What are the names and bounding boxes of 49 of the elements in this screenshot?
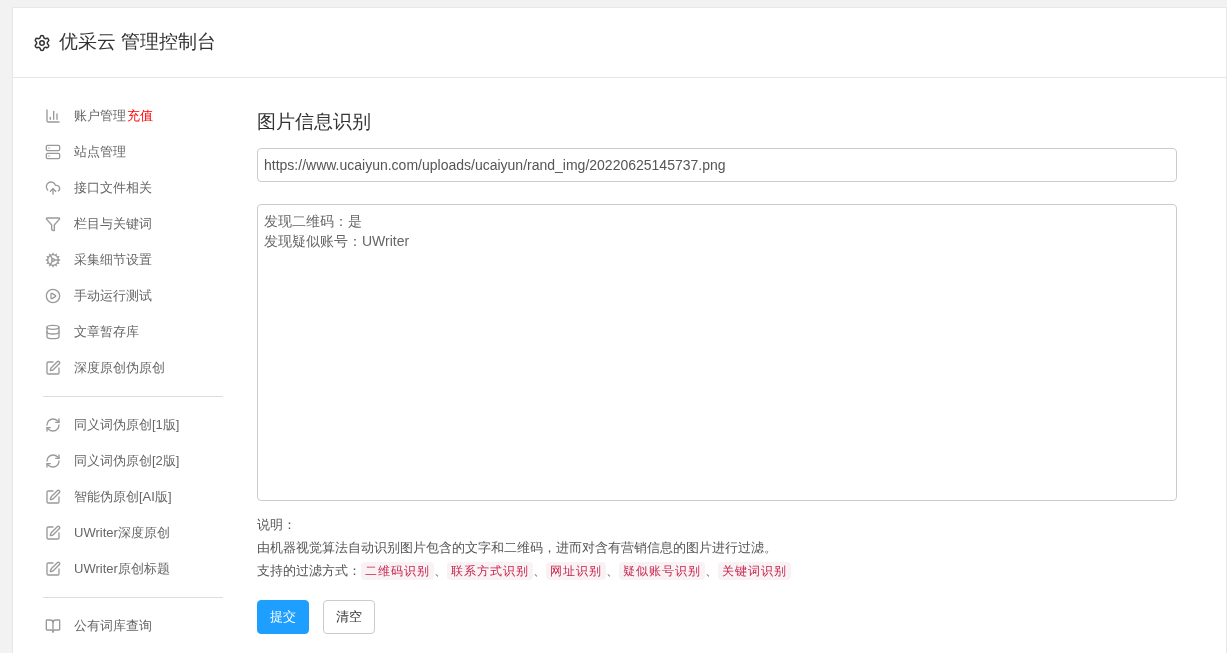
result-box[interactable]: 发现二维码：是 发现疑似账号：UWriter (257, 204, 1177, 501)
edit-icon (45, 489, 61, 505)
sidebar-item[interactable]: 账户管理 (74, 106, 126, 126)
clear-button[interactable]: 清空 (323, 600, 375, 634)
sidebar-item[interactable]: 同义词伪原创[2版] (74, 451, 180, 471)
separator: 、 (705, 562, 718, 580)
filter-icon (45, 216, 61, 232)
sidebar-item[interactable]: 栏目与关键词 (74, 214, 152, 234)
result-line: 发现疑似账号：UWriter (264, 232, 411, 251)
console-title: 优采云 管理控制台 (59, 30, 217, 55)
method-tag: 联系方式识别 (447, 561, 533, 580)
edit-icon (45, 360, 61, 376)
sidebar-item[interactable]: 文章暂存库 (74, 322, 139, 342)
sidebar-item[interactable]: 公有词库查询 (74, 616, 152, 636)
sidebar-item[interactable]: 采集细节设置 (74, 250, 152, 270)
sidebar-item[interactable]: 智能伪原创[AI版] (74, 487, 172, 507)
method-tag: 关键词识别 (718, 561, 791, 580)
method-tag: 疑似账号识别 (619, 561, 705, 580)
note-label: 说明： (257, 516, 296, 534)
sidebar-item[interactable]: 接口文件相关 (74, 178, 152, 198)
refresh-icon (45, 417, 61, 433)
url-field[interactable]: https://www.ucaiyun.com/uploads/ucaiyun/rand_img/20220625145737.png (257, 148, 1177, 182)
recharge-link[interactable]: 充值 (127, 106, 153, 126)
server-icon (45, 144, 61, 160)
edit-icon (45, 525, 61, 541)
cloud-upload-icon (45, 180, 61, 196)
refresh-icon (45, 453, 61, 469)
edit-icon (45, 561, 61, 577)
sidebar-item[interactable]: UWriter深度原创 (74, 523, 170, 543)
database-icon (45, 324, 61, 340)
separator: 、 (606, 562, 619, 580)
note-text: 由机器视觉算法自动识别图片包含的文字和二维码，进而对含有营销信息的图片进行过滤。 (257, 539, 777, 557)
page-heading: 图片信息识别 (257, 110, 372, 134)
sidebar-item[interactable]: 深度原创伪原创 (74, 358, 165, 378)
sidebar-item[interactable]: 站点管理 (74, 142, 126, 162)
sidebar-item[interactable]: UWriter原创标题 (74, 559, 170, 579)
separator: 、 (533, 562, 546, 580)
separator: 、 (434, 562, 447, 580)
result-line: 发现二维码：是 (264, 212, 363, 231)
sidebar-item[interactable]: 手动运行测试 (74, 286, 152, 306)
method-tag: 二维码识别 (361, 561, 434, 580)
book-icon (45, 618, 61, 634)
bar-chart-icon (45, 108, 61, 124)
gear-icon (45, 252, 61, 268)
methods-label: 支持的过滤方式： (257, 562, 361, 580)
play-icon (45, 288, 61, 304)
method-tag: 网址识别 (546, 561, 606, 580)
settings-icon (33, 33, 51, 52)
sidebar-item[interactable]: 同义词伪原创[1版] (74, 415, 180, 435)
